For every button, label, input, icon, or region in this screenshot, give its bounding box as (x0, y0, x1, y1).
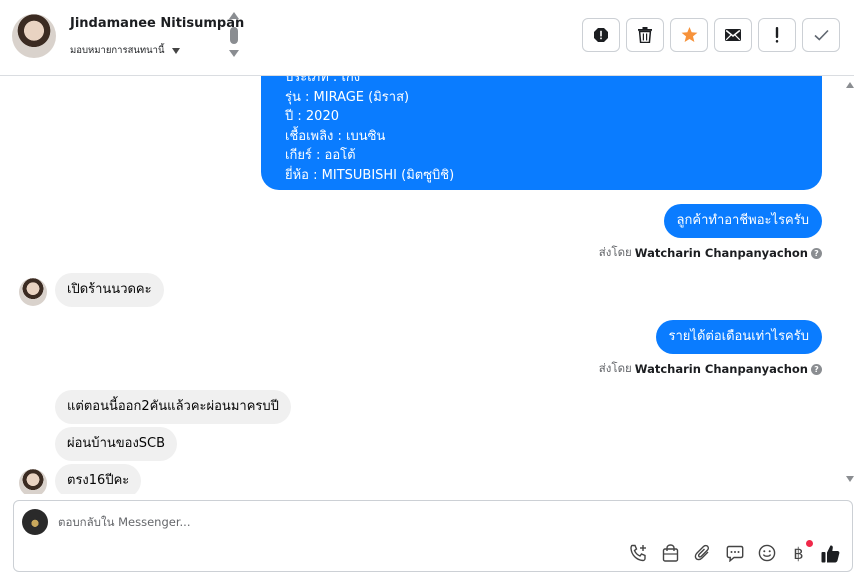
baht-icon: ฿ (793, 543, 804, 563)
car-details-message: ประเภท : เก๋ง รุ่น : MIRAGE (มิราส) ปี :… (261, 76, 822, 190)
contact-avatar-small (19, 278, 47, 306)
like-button[interactable] (821, 543, 840, 563)
notification-dot (806, 540, 813, 547)
scroll-up-arrow-icon[interactable] (846, 82, 854, 88)
incoming-message: ผ่อนบ้านของSCB (55, 427, 178, 461)
car-brand-line: ยี่ห้อ : MITSUBISHI (มิตซูบิชิ) (285, 167, 455, 183)
shopping-bag-icon (662, 544, 679, 562)
car-gear-line: เกียร์ : ออโต้ (285, 148, 356, 163)
sent-by-label: ส่งโดย Watcharin Chanpanyachon ? (599, 360, 822, 378)
star-icon (681, 27, 697, 43)
sent-by-prefix: ส่งโดย (598, 361, 632, 375)
trash-icon (638, 27, 652, 43)
outgoing-message: รายได้ต่อเดือนเท่าไรครับ (655, 320, 822, 354)
header-scrollbar[interactable] (229, 12, 239, 60)
saved-replies-button[interactable] (725, 543, 744, 563)
car-fuel-line: เชื้อเพลิง : เบนซิน (285, 128, 386, 144)
smiley-icon (758, 544, 775, 562)
attach-button[interactable] (693, 543, 712, 563)
star-button[interactable] (670, 18, 708, 52)
sender-name: Watcharin Chanpanyachon (634, 246, 808, 260)
report-button[interactable] (582, 18, 620, 52)
exclamation-icon (775, 27, 779, 43)
composer-toolbar: ฿ (629, 540, 840, 563)
conversation-actions (582, 18, 840, 52)
incoming-message: แต่ตอนนี้ออก2คันแล้วคะผ่อนมาครบปี (55, 390, 291, 424)
scroll-down-arrow-icon[interactable] (229, 50, 239, 57)
reply-input[interactable] (58, 511, 618, 533)
mark-done-button[interactable] (802, 18, 840, 52)
shop-button[interactable] (661, 543, 680, 563)
sender-name: Watcharin Chanpanyachon (634, 362, 808, 376)
scroll-down-arrow-icon[interactable] (846, 476, 854, 482)
payment-button[interactable]: ฿ (789, 540, 813, 563)
scroll-up-arrow-icon[interactable] (229, 12, 239, 19)
chevron-down-icon (171, 47, 180, 54)
call-button[interactable] (629, 543, 648, 563)
help-icon[interactable]: ? (811, 363, 822, 375)
help-icon[interactable]: ? (811, 247, 822, 259)
outgoing-message: ลูกค้าทำอาชีพอะไรครับ (663, 204, 822, 238)
contact-name[interactable]: Jindamanee Nitisumpan (70, 16, 244, 31)
assign-label: มอบหมายการสนทนานี้ (70, 45, 165, 56)
car-type-line: ประเภท : เก๋ง (285, 76, 361, 85)
sent-by-label: ส่งโดย Watcharin Chanpanyachon ? (599, 244, 822, 262)
thread-scrollbar[interactable] (846, 76, 854, 494)
delete-button[interactable] (626, 18, 664, 52)
sent-by-prefix: ส่งโดย (598, 245, 632, 259)
emoji-button[interactable] (757, 543, 776, 563)
check-icon (813, 29, 829, 41)
conversation-header: Jindamanee Nitisumpan มอบหมายการสนทนานี้ (0, 0, 854, 76)
report-icon (594, 28, 608, 42)
contact-avatar[interactable] (12, 14, 56, 58)
reply-composer: ฿ (13, 500, 853, 572)
follow-up-button[interactable] (758, 18, 796, 52)
chat-bubble-icon (726, 545, 743, 562)
contact-avatar-small (19, 469, 47, 494)
assign-conversation-dropdown[interactable]: มอบหมายการสนทนานี้ (70, 43, 180, 58)
scroll-thumb[interactable] (230, 27, 238, 44)
thumbs-up-icon (821, 544, 840, 562)
envelope-icon (725, 29, 741, 41)
car-year-line: ปี : 2020 (285, 109, 339, 124)
mark-unread-button[interactable] (714, 18, 752, 52)
phone-plus-icon (630, 544, 646, 561)
incoming-message: เปิดร้านนวดคะ (55, 273, 164, 307)
message-thread[interactable]: ประเภท : เก๋ง รุ่น : MIRAGE (มิราส) ปี :… (0, 76, 854, 494)
car-model-line: รุ่น : MIRAGE (มิราส) (285, 89, 410, 105)
incoming-message: ตรง16ปีคะ (55, 464, 142, 494)
page-avatar (22, 509, 48, 535)
paperclip-icon (694, 544, 710, 561)
